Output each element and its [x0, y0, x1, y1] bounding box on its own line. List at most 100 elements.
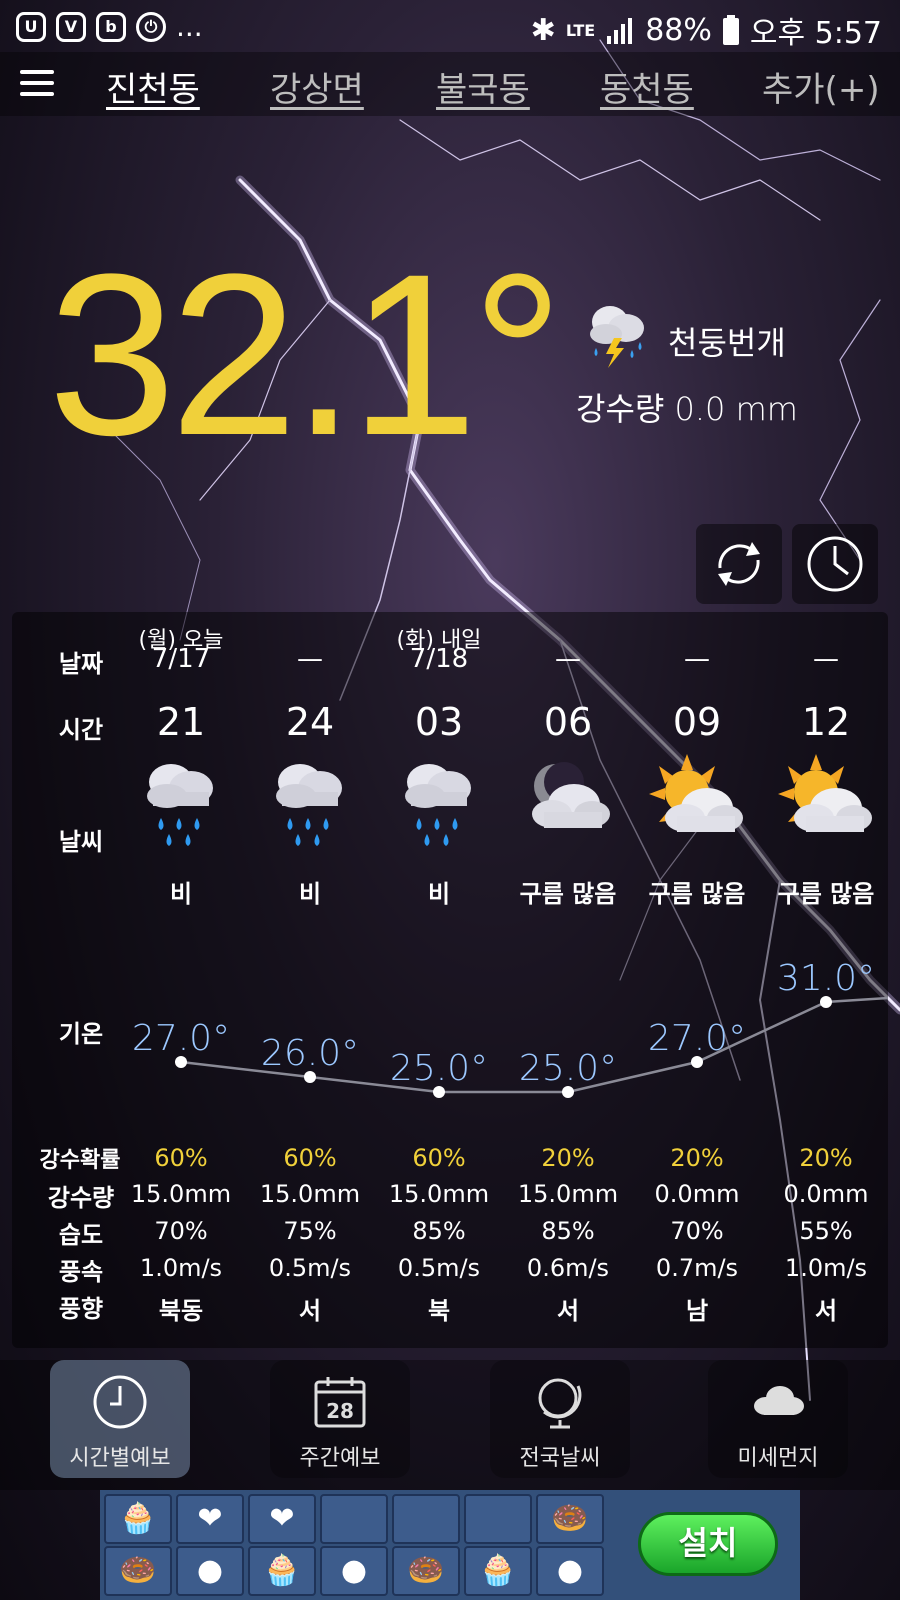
forecast-humidity: 70% [154, 1217, 208, 1245]
tab-add-location[interactable]: 추가(+) [762, 62, 880, 111]
donut-icon: 🍩 [104, 1546, 172, 1596]
cupcake-icon: 🧁 [464, 1546, 532, 1596]
nav-weekly-forecast[interactable]: 28 주간예보 [270, 1360, 410, 1478]
forecast-wind-direction: 북 [427, 1297, 451, 1325]
clock-icon [93, 1375, 147, 1429]
forecast-pop: 60% [154, 1144, 208, 1172]
forecast-pop: 20% [670, 1144, 724, 1172]
forecast-condition: 구름 많음 [648, 880, 746, 908]
forecast-hour: 06 [543, 700, 593, 744]
forecast-wind-speed: 0.5m/s [397, 1254, 481, 1282]
refresh-button[interactable] [696, 524, 782, 604]
tab-location-2[interactable]: 강상면 [270, 62, 364, 111]
forecast-precip-amount: 15.0mm [517, 1180, 619, 1208]
rain-icon [115, 752, 247, 852]
network-type: LTE [565, 20, 596, 40]
temperature-label: 26.0° [261, 1033, 359, 1074]
power-icon: ⏻ [136, 11, 166, 42]
empty-tile [464, 1494, 532, 1544]
forecast-humidity: 70% [670, 1217, 724, 1245]
thunderstorm-icon [590, 306, 644, 368]
forecast-hour: 09 [672, 700, 722, 744]
forecast-wind-direction: 남 [685, 1297, 709, 1325]
forecast-date: — [297, 644, 323, 674]
macaron-icon: ● [320, 1546, 388, 1596]
forecast-condition: 비 [169, 880, 193, 908]
forecast-date: — [813, 644, 839, 674]
forecast-wind-speed: 1.0m/s [139, 1254, 223, 1282]
u-icon: U [16, 11, 46, 42]
forecast-date: 7/18 [409, 644, 469, 674]
forecast-humidity: 75% [283, 1217, 337, 1245]
precipitation-value: 0.0 mm [674, 390, 798, 428]
cupcake-icon: 🧁 [248, 1546, 316, 1596]
forecast-precip-amount: 0.0mm [654, 1180, 740, 1208]
forecast-hour: 24 [285, 700, 335, 744]
forecast-precip-amount: 0.0mm [783, 1180, 869, 1208]
nav-fine-dust[interactable]: 미세먼지 [708, 1360, 848, 1478]
forecast-humidity: 85% [412, 1217, 466, 1245]
calendar-day: 28 [326, 1399, 354, 1423]
battery-icon [722, 15, 739, 45]
refresh-icon [718, 542, 760, 586]
ad-install-button[interactable]: 설치 [638, 1512, 778, 1576]
forecast-wind-speed: 0.6m/s [526, 1254, 610, 1282]
b-icon: b [96, 11, 126, 42]
forecast-wind-speed: 0.5m/s [268, 1254, 352, 1282]
forecast-wind-direction: 서 [556, 1297, 580, 1325]
forecast-pop: 20% [799, 1144, 853, 1172]
menu-icon[interactable] [20, 70, 54, 96]
forecast-date: — [555, 644, 581, 674]
nav-hourly-forecast[interactable]: 시간별예보 [50, 1360, 190, 1478]
precipitation-label: 강수량 [576, 390, 665, 428]
location-tabs: 진천동 강상면 불국동 동천동 추가(+) [0, 52, 900, 116]
heart-icon: ❤ [248, 1494, 316, 1544]
macaron-icon: ● [536, 1546, 604, 1596]
donut-icon: 🍩 [536, 1494, 604, 1544]
forecast-precip-amount: 15.0mm [259, 1180, 361, 1208]
bluetooth-icon: ✱ [530, 12, 556, 48]
status-bar: U V b ⏻ ... ✱ LTE 88% 오후 5:57 [0, 0, 900, 52]
forecast-hour: 21 [156, 700, 206, 744]
forecast-date: 7/17 [151, 644, 211, 674]
forecast-pop: 60% [283, 1144, 337, 1172]
calendar-icon: 28 [314, 1377, 366, 1428]
forecast-precip-amount: 15.0mm [388, 1180, 490, 1208]
nav-national-weather[interactable]: 전국날씨 [490, 1360, 630, 1478]
tab-location-1[interactable]: 진천동 [106, 62, 200, 111]
nav-label: 전국날씨 [519, 1446, 601, 1471]
nav-label: 주간예보 [299, 1446, 381, 1471]
nav-label: 미세먼지 [737, 1446, 819, 1471]
donut-icon: 🍩 [392, 1546, 460, 1596]
history-button[interactable] [792, 524, 878, 604]
ad-banner[interactable]: 🧁 ❤ ❤ 🍩 🍩 ● 🧁 ● 🍩 🧁 ● 설치 [100, 1490, 800, 1600]
temperature-label: 27.0° [648, 1018, 746, 1059]
forecast-condition: 구름 많음 [519, 880, 617, 908]
nav-label: 시간별예보 [69, 1446, 171, 1471]
forecast-condition: 구름 많음 [777, 880, 875, 908]
tab-location-3[interactable]: 불국동 [436, 62, 530, 111]
clock-time: 오후 5:57 [749, 16, 882, 51]
forecast-wind-direction: 북동 [158, 1297, 204, 1325]
current-condition: 천둥번개 [668, 324, 786, 362]
battery-percent: 88% [645, 12, 712, 48]
cloudy-sun-icon [760, 752, 892, 852]
forecast-humidity: 55% [799, 1217, 853, 1245]
macaron-icon: ● [176, 1546, 244, 1596]
forecast-hour: 12 [801, 700, 851, 744]
cloud-icon [754, 1386, 804, 1415]
forecast-pop: 60% [412, 1144, 466, 1172]
temperature-label: 25.0° [390, 1048, 488, 1089]
current-temperature: 32.1° [48, 226, 564, 483]
signal-icon [607, 18, 633, 44]
forecast-condition: 비 [298, 880, 322, 908]
rain-icon [244, 752, 376, 852]
v-icon: V [56, 11, 86, 42]
heart-icon: ❤ [176, 1494, 244, 1544]
clock-icon [807, 536, 863, 592]
tab-location-4[interactable]: 동천동 [600, 62, 694, 111]
current-precipitation: 강수량 0.0 mm [576, 384, 798, 430]
forecast-wind-speed: 0.7m/s [655, 1254, 739, 1282]
forecast-wind-speed: 1.0m/s [784, 1254, 868, 1282]
forecast-precip-amount: 15.0mm [130, 1180, 232, 1208]
